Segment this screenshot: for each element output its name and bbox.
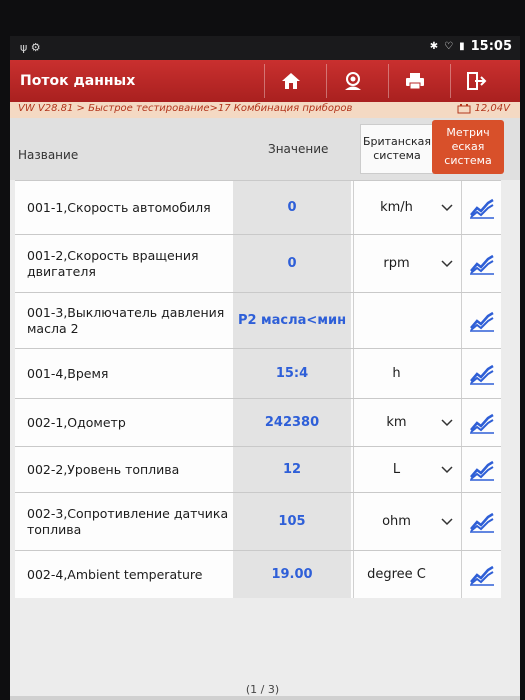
graph-button[interactable] bbox=[461, 399, 501, 446]
row-value: 12 bbox=[233, 447, 351, 492]
usb-icon: ψ ⚙ bbox=[20, 41, 41, 54]
table-row[interactable]: 002-3,Сопротивление датчика топлива 105 oh… bbox=[15, 492, 501, 550]
column-name: Название bbox=[18, 148, 79, 162]
metric-system-label: Метрич еская система bbox=[444, 126, 492, 167]
row-unit[interactable]: ohm bbox=[353, 493, 439, 550]
chevron-down-icon bbox=[441, 418, 453, 426]
print-icon bbox=[405, 73, 424, 90]
unit-dropdown-button[interactable] bbox=[437, 235, 457, 292]
row-name: 001-3,Выключатель давления масла 2 bbox=[27, 304, 225, 336]
chevron-down-icon bbox=[441, 203, 453, 211]
unit-dropdown-button[interactable] bbox=[437, 447, 457, 492]
graph-icon bbox=[469, 460, 494, 481]
data-stream-table: 001-1,Скорость автомобиля 0 km/h 001-2,Скор… bbox=[15, 180, 501, 598]
row-name: 002-1,Одометр bbox=[27, 414, 126, 430]
chevron-down-icon bbox=[441, 517, 453, 525]
bottom-bar bbox=[10, 696, 520, 700]
exit-button[interactable] bbox=[450, 64, 502, 98]
graph-button[interactable] bbox=[461, 293, 501, 348]
graph-button[interactable] bbox=[461, 447, 501, 492]
british-system-label: Британская система bbox=[362, 135, 432, 162]
graph-button[interactable] bbox=[461, 235, 501, 292]
table-row[interactable]: 001-4,Время 15:4 h bbox=[15, 348, 501, 398]
graph-button[interactable] bbox=[461, 349, 501, 398]
table-row[interactable]: 002-2,Уровень топлива 12 L bbox=[15, 446, 501, 492]
row-name: 001-4,Время bbox=[27, 365, 109, 381]
breadcrumb-path: VW V28.81 > Быстрое тестирование>17 Комб… bbox=[18, 103, 353, 114]
home-icon bbox=[281, 73, 300, 89]
row-name: 001-1,Скорость автомобиля bbox=[27, 199, 211, 215]
status-bar: ψ ⚙ ✱ ♡ ▮ 15:05 bbox=[10, 36, 520, 60]
graph-icon bbox=[469, 254, 494, 275]
app-header: Поток данных bbox=[10, 60, 520, 102]
row-name: 001-2,Скорость вращения двигателя bbox=[27, 247, 199, 279]
table-row[interactable]: 002-1,Одометр 242380 km bbox=[15, 398, 501, 446]
row-value: 0 bbox=[233, 181, 351, 234]
graph-icon bbox=[469, 364, 494, 385]
metric-system-button[interactable]: Метрич еская система bbox=[432, 120, 504, 174]
graph-button[interactable] bbox=[461, 493, 501, 550]
unit-dropdown-button[interactable] bbox=[437, 493, 457, 550]
row-value: P2 масла<мин bbox=[233, 293, 351, 348]
row-name: 002-3,Сопротивление датчика топлива bbox=[27, 505, 229, 537]
graph-button[interactable] bbox=[461, 551, 501, 598]
page-indicator: (1 / 3) bbox=[245, 683, 280, 696]
row-unit[interactable] bbox=[353, 293, 439, 348]
row-unit[interactable]: km bbox=[353, 399, 439, 446]
row-value: 15:4 bbox=[233, 349, 351, 398]
graph-icon bbox=[469, 565, 494, 586]
graph-icon bbox=[469, 413, 494, 434]
table-row[interactable]: 001-2,Скорость вращения двигателя 0 rpm bbox=[15, 234, 501, 292]
page-title: Поток данных bbox=[20, 73, 136, 89]
graph-icon bbox=[469, 311, 494, 332]
bluetooth-icon: ✱ bbox=[429, 41, 439, 52]
row-name: 002-2,Уровень топлива bbox=[27, 461, 180, 477]
table-row[interactable]: 001-1,Скорость автомобиля 0 km/h bbox=[15, 180, 501, 234]
column-value: Значение bbox=[268, 142, 329, 156]
graph-icon bbox=[469, 512, 494, 533]
row-name: 002-4,Ambient temperature bbox=[27, 566, 203, 582]
table-row[interactable]: 001-3,Выключатель давления масла 2 P2 мас… bbox=[15, 292, 501, 348]
exit-icon bbox=[466, 72, 486, 90]
chevron-down-icon bbox=[441, 465, 453, 473]
chevron-down-icon bbox=[441, 259, 453, 267]
row-value: 242380 bbox=[233, 399, 351, 446]
row-value: 0 bbox=[233, 235, 351, 292]
table-row[interactable]: 002-4,Ambient temperature 19.00 degree C bbox=[15, 550, 501, 598]
breadcrumb: VW V28.81 > Быстрое тестирование>17 Комб… bbox=[10, 102, 520, 118]
voltage-readout: 12,04V bbox=[474, 103, 510, 114]
column-header: Название Значение Британская система Метр… bbox=[10, 118, 520, 180]
row-value: 105 bbox=[233, 493, 351, 550]
battery-icon: ▮ bbox=[459, 41, 465, 52]
row-unit[interactable]: h bbox=[353, 349, 439, 398]
british-system-button[interactable]: Британская система bbox=[360, 124, 434, 174]
print-button[interactable] bbox=[388, 64, 440, 98]
row-unit[interactable]: degree C bbox=[353, 551, 439, 598]
unit-dropdown-button[interactable] bbox=[437, 399, 457, 446]
graph-icon bbox=[469, 198, 494, 219]
graph-button[interactable] bbox=[461, 181, 501, 234]
status-time: 15:05 bbox=[470, 39, 512, 54]
home-button[interactable] bbox=[264, 64, 316, 98]
user-icon bbox=[344, 72, 361, 90]
unit-dropdown-button[interactable] bbox=[437, 181, 457, 234]
row-unit[interactable]: L bbox=[353, 447, 439, 492]
row-unit[interactable]: rpm bbox=[353, 235, 439, 292]
battery-voltage-icon bbox=[457, 103, 471, 113]
wifi-icon: ♡ bbox=[444, 41, 454, 52]
row-value: 19.00 bbox=[233, 551, 351, 598]
user-button[interactable] bbox=[326, 64, 378, 98]
row-unit[interactable]: km/h bbox=[353, 181, 439, 234]
